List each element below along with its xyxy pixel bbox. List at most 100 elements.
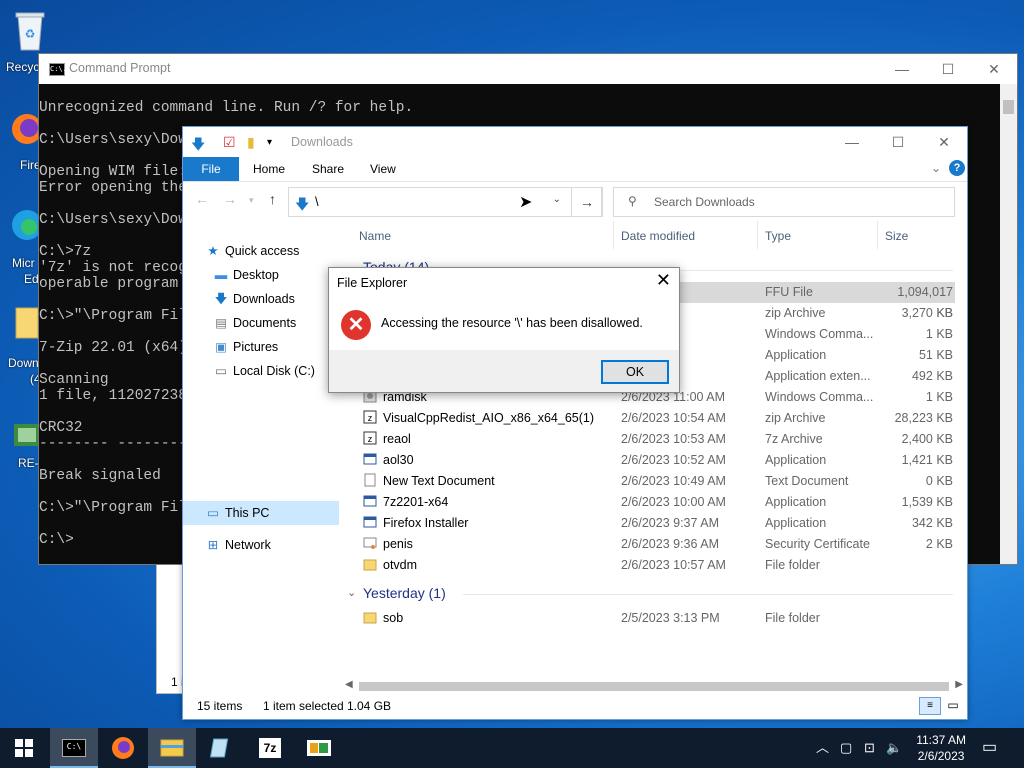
- address-bar[interactable]: 🡇 \ ➤ ⌄: [288, 187, 602, 217]
- maximize-button[interactable]: ☐: [875, 127, 921, 157]
- chevron-down-icon[interactable]: ⌄: [347, 586, 356, 599]
- nav-local-disk[interactable]: ▭ Local Disk (C:): [213, 361, 315, 381]
- minimize-button[interactable]: —: [829, 127, 875, 157]
- column-size[interactable]: Size: [885, 229, 908, 243]
- volume-muted-icon[interactable]: 🔈: [886, 728, 902, 768]
- forward-button[interactable]: →: [223, 191, 237, 207]
- taskbar-notepad-button[interactable]: [197, 728, 245, 768]
- device-icon[interactable]: ▢: [840, 728, 852, 768]
- cmd-titlebar[interactable]: C:\. Command Prompt — ☐ ✕: [39, 54, 1017, 84]
- file-row[interactable]: Firefox Installer 2/6/2023 9:37 AM Applica…: [355, 513, 955, 534]
- file-row[interactable]: z VisualCppRedist_AIO_x86_x64_65(1) 2/6/20…: [355, 408, 955, 429]
- notifications-icon[interactable]: ▭: [982, 728, 997, 768]
- tab-share[interactable]: Share: [312, 157, 344, 181]
- large-icons-view-icon[interactable]: ▭: [943, 697, 963, 713]
- back-button[interactable]: ←: [195, 191, 209, 207]
- file-date: 2/6/2023 10:54 AM: [621, 411, 726, 425]
- file-type: Application exten...: [765, 369, 871, 383]
- close-button[interactable]: ✕: [656, 270, 671, 291]
- clock-time: 11:37 AM: [916, 733, 966, 747]
- quick-access-toolbar-dropdown-icon[interactable]: ▾: [267, 137, 272, 148]
- file-row[interactable]: 7z2201-x64 2/6/2023 10:00 AM Application 1,…: [355, 492, 955, 513]
- nav-quick-access[interactable]: ★ Quick access: [205, 241, 299, 261]
- file-name-cell: sob: [363, 608, 403, 629]
- error-dialog[interactable]: File Explorer ✕ ✕ Accessing the resource…: [328, 267, 680, 393]
- file-row[interactable]: New Text Document 2/6/2023 10:49 AM Text D…: [355, 471, 955, 492]
- tab-home[interactable]: Home: [253, 157, 285, 181]
- file-type: zip Archive: [765, 306, 826, 320]
- taskbar-firefox-button[interactable]: [99, 728, 147, 768]
- file-type: 7z Archive: [765, 432, 823, 446]
- scroll-left-icon[interactable]: ◀: [345, 679, 353, 690]
- mouse-cursor-icon: ➤: [519, 194, 533, 211]
- ok-button[interactable]: OK: [601, 360, 669, 384]
- nav-this-pc[interactable]: ▭ This PC: [205, 503, 269, 523]
- close-button[interactable]: ✕: [971, 54, 1017, 84]
- file-date: 2/5/2023 3:13 PM: [621, 611, 720, 625]
- explorer-titlebar[interactable]: 🡇 ☑ ▮ ▾ Downloads — ☐ ✕: [183, 127, 967, 157]
- dialog-message: Accessing the resource '\' has been disa…: [381, 316, 643, 330]
- new-folder-icon[interactable]: ▮: [247, 134, 255, 151]
- taskbar-explorer-button[interactable]: [148, 728, 196, 768]
- nav-network[interactable]: ⊞ Network: [205, 535, 271, 555]
- tab-view[interactable]: View: [370, 157, 396, 181]
- scroll-right-icon[interactable]: ▶: [955, 679, 963, 690]
- nav-pictures[interactable]: ▣ Pictures: [213, 337, 278, 357]
- nav-documents[interactable]: ▤ Documents: [213, 313, 296, 333]
- start-button[interactable]: [0, 728, 48, 768]
- scrollbar-thumb[interactable]: [359, 682, 949, 691]
- clock[interactable]: 11:37 AM 2/6/2023: [916, 732, 966, 764]
- file-name-cell: Firefox Installer: [363, 513, 468, 534]
- nav-desktop[interactable]: ▬ Desktop: [213, 265, 279, 285]
- close-button[interactable]: ✕: [921, 127, 967, 157]
- column-headers: Name Date modified Type Size: [343, 221, 957, 249]
- cmd-scrollbar[interactable]: [1000, 84, 1017, 564]
- column-date[interactable]: Date modified: [621, 229, 695, 243]
- scrollbar-thumb[interactable]: [1003, 100, 1014, 114]
- nav-label: Pictures: [233, 340, 279, 354]
- explorer-title: Downloads: [291, 135, 353, 149]
- search-icon: ⚲: [628, 194, 637, 208]
- show-hidden-icons[interactable]: ︿: [816, 728, 829, 768]
- column-name[interactable]: Name: [359, 229, 391, 243]
- column-type[interactable]: Type: [765, 229, 791, 243]
- up-button[interactable]: ↑: [269, 191, 276, 207]
- group-yesterday: Yesterday (1): [363, 585, 446, 601]
- taskbar-app-button[interactable]: [295, 728, 343, 768]
- file-row[interactable]: z reaol 2/6/2023 10:53 AM 7z Archive 2,400 K…: [355, 429, 955, 450]
- expand-ribbon-icon[interactable]: ⌄: [931, 161, 941, 175]
- help-icon[interactable]: ?: [949, 160, 965, 176]
- desktop-icon-label: RE-: [18, 456, 39, 470]
- file-row[interactable]: penis 2/6/2023 9:36 AM Security Certificat…: [355, 534, 955, 555]
- file-size: 0 KB: [925, 474, 953, 488]
- nav-label: Downloads: [233, 292, 295, 306]
- error-icon: ✕: [341, 310, 371, 340]
- file-name: penis: [383, 537, 413, 551]
- file-row[interactable]: otvdm 2/6/2023 10:57 AM File folder: [355, 555, 955, 576]
- firefox-icon: [112, 736, 134, 759]
- desktop-icon-label: Recyc: [6, 60, 40, 74]
- taskbar-cmd-button[interactable]: C:\: [50, 728, 98, 768]
- search-input[interactable]: Search Downloads: [654, 195, 755, 209]
- file-size: 492 KB: [911, 369, 953, 383]
- file-row[interactable]: sob 2/5/2023 3:13 PM File folder: [355, 608, 955, 629]
- file-row[interactable]: aol30 2/6/2023 10:52 AM Application 1,421 K…: [355, 450, 955, 471]
- details-view-icon[interactable]: ≡: [919, 697, 941, 715]
- file-size: 1,421 KB: [901, 453, 953, 467]
- go-button[interactable]: →: [571, 187, 603, 217]
- recycle-bin-icon[interactable]: ♻: [10, 8, 56, 51]
- downloads-arrow-icon: 🡇: [191, 136, 206, 152]
- tab-file[interactable]: File: [183, 157, 239, 181]
- nav-downloads[interactable]: 🡇 Downloads: [213, 289, 295, 309]
- network-tray-icon[interactable]: ⊡: [864, 728, 875, 768]
- explorer-window[interactable]: 🡇 ☑ ▮ ▾ Downloads — ☐ ✕ File Home Share …: [182, 126, 968, 720]
- recent-locations-icon[interactable]: ▾: [249, 195, 254, 206]
- taskbar-7zip-button[interactable]: 7z: [246, 728, 294, 768]
- minimize-button[interactable]: —: [879, 54, 925, 84]
- chevron-down-icon[interactable]: ⌄: [553, 194, 561, 205]
- search-box[interactable]: ⚲ Search Downloads: [613, 187, 955, 217]
- file-date: 2/6/2023 10:53 AM: [621, 432, 726, 446]
- properties-icon[interactable]: ☑: [223, 134, 236, 151]
- maximize-button[interactable]: ☐: [925, 54, 971, 84]
- cmd-icon: C:\: [62, 738, 86, 757]
